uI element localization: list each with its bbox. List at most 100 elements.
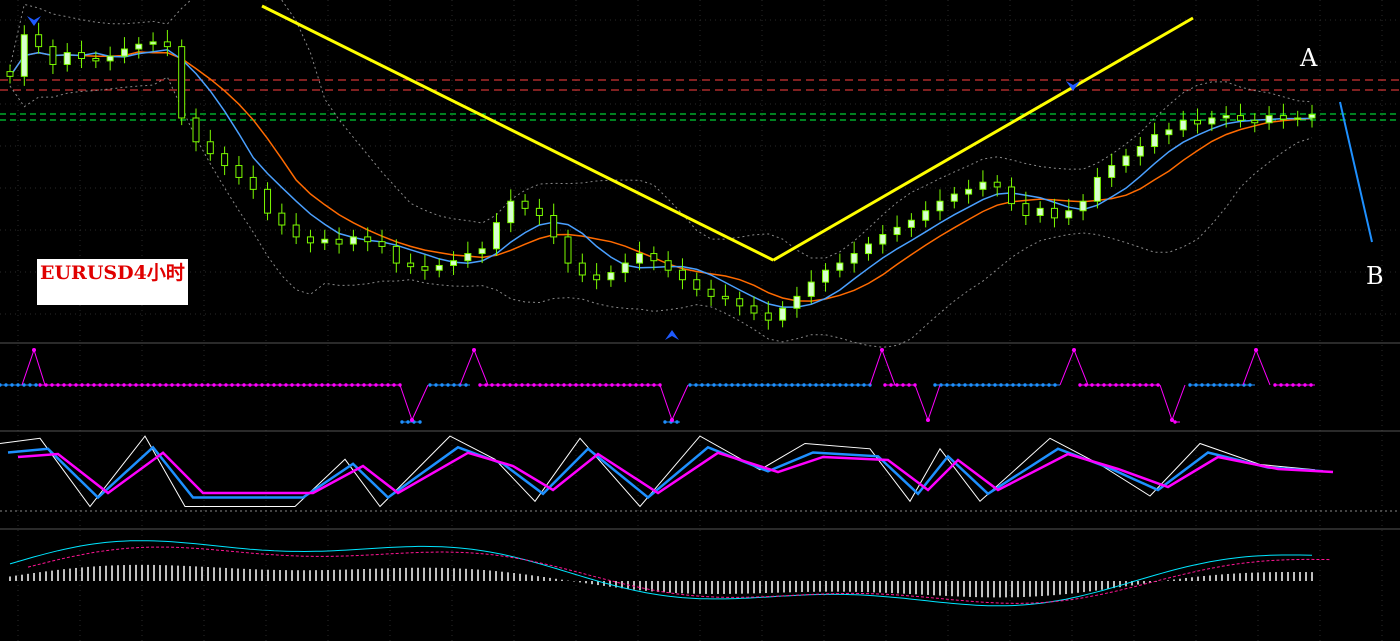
oscillator-dot bbox=[272, 383, 276, 387]
candle-body bbox=[149, 41, 157, 45]
candle-body bbox=[335, 238, 343, 245]
oscillator-dot bbox=[200, 383, 204, 387]
candle-body bbox=[235, 165, 243, 178]
oscillator-dot bbox=[400, 420, 404, 424]
candle-body bbox=[922, 210, 930, 221]
oscillator-dot bbox=[1138, 383, 1142, 387]
oscillator-dot bbox=[889, 383, 893, 387]
oscillator-dot bbox=[16, 383, 20, 387]
oscillator-dot bbox=[568, 383, 572, 387]
oscillator-dot bbox=[628, 383, 632, 387]
candle-body bbox=[693, 279, 701, 290]
candle-body bbox=[1208, 117, 1216, 125]
candle-body bbox=[664, 260, 672, 271]
candle-body bbox=[1194, 119, 1202, 125]
oscillator-dot bbox=[926, 418, 930, 422]
candle-body bbox=[1136, 146, 1144, 157]
candle-body bbox=[836, 262, 844, 271]
candle-body bbox=[607, 272, 615, 281]
oscillator-dot bbox=[0, 383, 2, 387]
oscillator-dot bbox=[556, 383, 560, 387]
oscillator-dot bbox=[969, 383, 973, 387]
oscillator-dot bbox=[296, 383, 300, 387]
candle-body bbox=[1308, 113, 1316, 119]
oscillator-dot bbox=[380, 383, 384, 387]
candle-body bbox=[950, 193, 958, 202]
candle-body bbox=[1065, 210, 1073, 219]
oscillator-dot bbox=[652, 383, 656, 387]
oscillator-dot bbox=[634, 383, 638, 387]
oscillator-dot bbox=[344, 383, 348, 387]
candle-body bbox=[993, 181, 1001, 188]
oscillator-dot bbox=[820, 383, 824, 387]
candle-body bbox=[478, 248, 486, 255]
oscillator-dot bbox=[718, 383, 722, 387]
oscillator-dot bbox=[544, 383, 548, 387]
oscillator-dot bbox=[122, 383, 126, 387]
oscillator-dot bbox=[580, 383, 584, 387]
oscillator-dot bbox=[1108, 383, 1112, 387]
oscillator-dot bbox=[34, 383, 38, 387]
oscillator-dot bbox=[418, 420, 422, 424]
oscillator-dot bbox=[194, 383, 198, 387]
candle-body bbox=[1236, 115, 1244, 121]
oscillator-dot bbox=[320, 383, 324, 387]
candle-body bbox=[678, 269, 686, 281]
oscillator-dot bbox=[508, 383, 512, 387]
candle-body bbox=[407, 262, 415, 268]
oscillator-dot bbox=[1156, 383, 1160, 387]
oscillator-dot bbox=[1212, 383, 1216, 387]
oscillator-dot bbox=[140, 383, 144, 387]
oscillator-dot bbox=[1047, 383, 1051, 387]
oscillator-dot bbox=[951, 383, 955, 387]
oscillator-dot bbox=[1132, 383, 1136, 387]
candle-body bbox=[1108, 165, 1116, 178]
trendline-down bbox=[261, 4, 774, 262]
step-oscillator-pane bbox=[0, 348, 1315, 424]
oscillator-dot bbox=[350, 383, 354, 387]
oscillator-dot bbox=[880, 348, 884, 352]
oscillator-dot bbox=[1236, 383, 1240, 387]
oscillator-dot bbox=[374, 383, 378, 387]
oscillator-spike bbox=[21, 348, 46, 386]
oscillator-dot bbox=[224, 383, 228, 387]
oscillator-dot bbox=[1090, 383, 1094, 387]
projection-line bbox=[1339, 101, 1373, 243]
oscillator-dot bbox=[963, 383, 967, 387]
candle-body bbox=[1122, 155, 1130, 167]
oscillator-dot bbox=[10, 383, 14, 387]
oscillator-dot bbox=[278, 383, 282, 387]
oscillator-dip bbox=[659, 384, 689, 422]
oscillator-dot bbox=[496, 383, 500, 387]
oscillator-dot bbox=[1273, 383, 1277, 387]
candle-body bbox=[764, 312, 772, 321]
oscillator-dot bbox=[883, 383, 887, 387]
bollinger-lower bbox=[9, 76, 1313, 348]
oscillator-dot bbox=[826, 383, 830, 387]
candle-body bbox=[106, 55, 114, 62]
oscillator-dot bbox=[236, 383, 240, 387]
candle-body bbox=[278, 212, 286, 226]
candle-body bbox=[163, 41, 171, 48]
oscillator-dot bbox=[134, 383, 138, 387]
oscillator-dot bbox=[1150, 383, 1154, 387]
chart-canvas bbox=[0, 0, 1400, 641]
oscillator-dot bbox=[999, 383, 1003, 387]
oscillator-dot bbox=[907, 383, 911, 387]
oscillator-dot bbox=[1144, 383, 1148, 387]
oscillator-dot bbox=[895, 383, 899, 387]
oscillator-dot bbox=[706, 383, 710, 387]
candle-body bbox=[793, 295, 801, 309]
candle-body bbox=[850, 253, 858, 264]
candle-body bbox=[721, 295, 729, 300]
candle-body bbox=[750, 305, 758, 314]
oscillator-dot bbox=[724, 383, 728, 387]
candle-body bbox=[507, 200, 515, 224]
oscillator-dot bbox=[338, 383, 342, 387]
oscillator-dot bbox=[586, 383, 590, 387]
oscillator-dot bbox=[532, 383, 536, 387]
oscillator-dot bbox=[362, 383, 366, 387]
oscillator-dot bbox=[1194, 383, 1198, 387]
oscillator-dot bbox=[730, 383, 734, 387]
candle-body bbox=[707, 288, 715, 297]
